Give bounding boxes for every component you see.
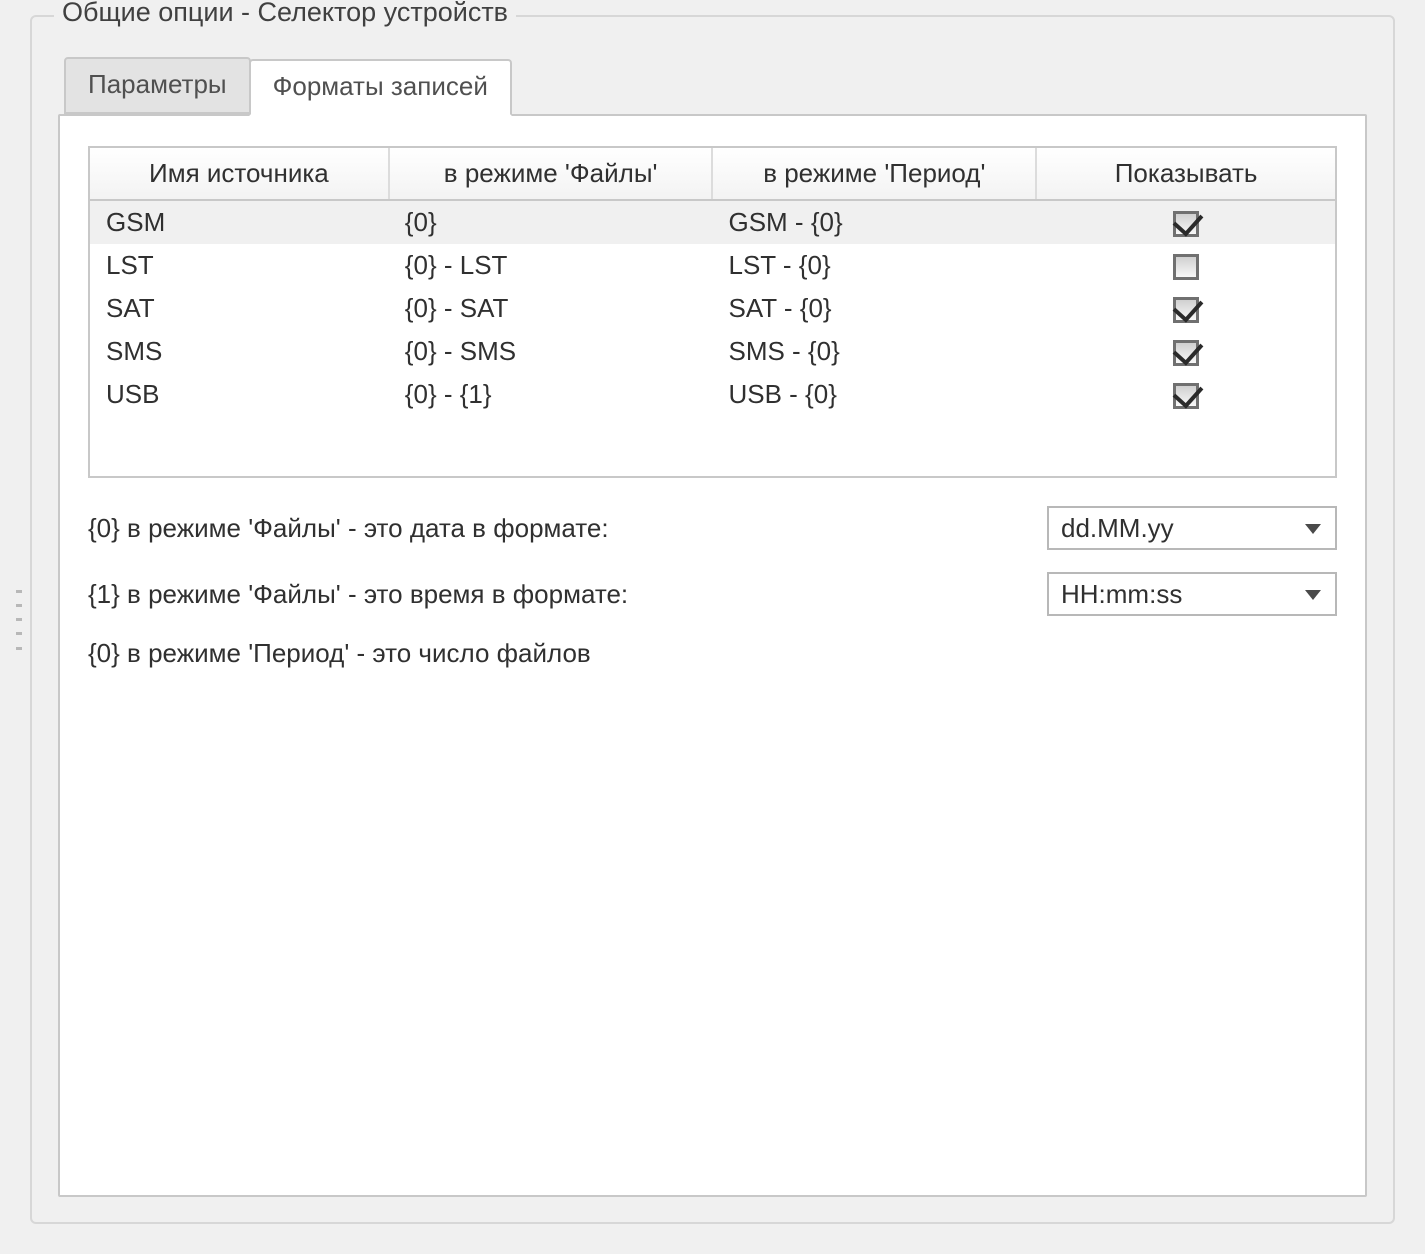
- chevron-down-icon: [1305, 524, 1321, 534]
- show-checkbox[interactable]: [1173, 297, 1199, 323]
- tab-page-formats: Имя источника в режиме 'Файлы' в режиме …: [58, 114, 1367, 1197]
- time-format-value: HH:mm:ss: [1061, 579, 1182, 610]
- tab-strip: Параметры Форматы записей: [64, 57, 1367, 114]
- cell-source: LST: [90, 244, 389, 287]
- formats-grid[interactable]: Имя источника в режиме 'Файлы' в режиме …: [88, 146, 1337, 478]
- cell-period: LST - {0}: [712, 244, 1036, 287]
- cell-source: GSM: [90, 200, 389, 244]
- table-row[interactable]: SAT {0} - SAT SAT - {0}: [90, 287, 1335, 330]
- cell-source: SMS: [90, 330, 389, 373]
- col-header-period-mode[interactable]: в режиме 'Период': [712, 148, 1036, 200]
- table-row[interactable]: LST {0} - LST LST - {0}: [90, 244, 1335, 287]
- cell-period: SMS - {0}: [712, 330, 1036, 373]
- tab-record-formats[interactable]: Форматы записей: [249, 59, 512, 116]
- col-header-files-mode[interactable]: в режиме 'Файлы': [389, 148, 713, 200]
- cell-source: USB: [90, 373, 389, 416]
- date-format-combo[interactable]: dd.MM.yy: [1047, 506, 1337, 550]
- date-format-value: dd.MM.yy: [1061, 513, 1174, 544]
- show-checkbox[interactable]: [1173, 254, 1199, 280]
- cell-period: SAT - {0}: [712, 287, 1036, 330]
- tab-parameters[interactable]: Параметры: [64, 57, 251, 114]
- note-time-format: {1} в режиме 'Файлы' - это время в форма…: [88, 579, 1047, 610]
- note-date-format: {0} в режиме 'Файлы' - это дата в формат…: [88, 513, 1047, 544]
- col-header-source[interactable]: Имя источника: [90, 148, 389, 200]
- table-row[interactable]: USB {0} - {1} USB - {0}: [90, 373, 1335, 416]
- show-checkbox[interactable]: [1173, 340, 1199, 366]
- cell-files: {0} - {1}: [389, 373, 713, 416]
- cell-files: {0} - SAT: [389, 287, 713, 330]
- cell-files: {0} - LST: [389, 244, 713, 287]
- cell-source: SAT: [90, 287, 389, 330]
- table-row[interactable]: SMS {0} - SMS SMS - {0}: [90, 330, 1335, 373]
- resize-grip[interactable]: [16, 590, 22, 650]
- chevron-down-icon: [1305, 590, 1321, 600]
- cell-period: USB - {0}: [712, 373, 1036, 416]
- show-checkbox[interactable]: [1173, 211, 1199, 237]
- show-checkbox[interactable]: [1173, 383, 1199, 409]
- time-format-combo[interactable]: HH:mm:ss: [1047, 572, 1337, 616]
- table-row[interactable]: GSM {0} GSM - {0}: [90, 200, 1335, 244]
- cell-period: GSM - {0}: [712, 200, 1036, 244]
- group-title: Общие опции - Селектор устройств: [54, 0, 516, 28]
- cell-files: {0} - SMS: [389, 330, 713, 373]
- general-options-group: Общие опции - Селектор устройств Парамет…: [30, 15, 1395, 1224]
- cell-files: {0}: [389, 200, 713, 244]
- col-header-show[interactable]: Показывать: [1036, 148, 1335, 200]
- note-period-count: {0} в режиме 'Период' - это число файлов: [88, 638, 1337, 669]
